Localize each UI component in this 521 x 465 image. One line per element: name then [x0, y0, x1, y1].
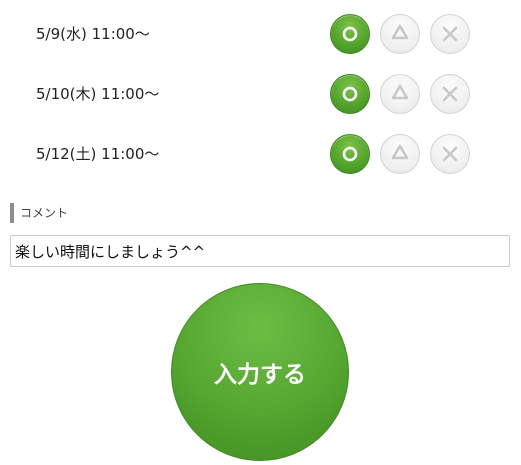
circle-icon: [342, 146, 358, 162]
circle-icon: [342, 26, 358, 42]
maybe-option-button[interactable]: [380, 74, 420, 114]
submit-button[interactable]: 入力する: [171, 283, 349, 461]
no-option-button[interactable]: [430, 134, 470, 174]
triangle-icon: [391, 24, 409, 40]
comment-label: コメント: [10, 203, 68, 223]
date-label: 5/12(土) 11:00〜: [36, 145, 160, 163]
schedule-row: 5/12(土) 11:00〜: [0, 134, 521, 174]
attendance-form: 5/9(水) 11:00〜 5/10(木) 11:00〜 5/12(土) 11:…: [0, 0, 521, 465]
yes-option-button[interactable]: [330, 134, 370, 174]
cross-icon: [442, 26, 458, 42]
circle-icon: [342, 86, 358, 102]
triangle-icon: [391, 144, 409, 160]
date-label: 5/10(木) 11:00〜: [36, 85, 160, 103]
yes-option-button[interactable]: [330, 14, 370, 54]
maybe-option-button[interactable]: [380, 134, 420, 174]
date-label: 5/9(水) 11:00〜: [36, 25, 150, 43]
yes-option-button[interactable]: [330, 74, 370, 114]
no-option-button[interactable]: [430, 14, 470, 54]
schedule-row: 5/10(木) 11:00〜: [0, 74, 521, 114]
triangle-icon: [391, 84, 409, 100]
cross-icon: [442, 86, 458, 102]
comment-input[interactable]: [10, 235, 510, 267]
cross-icon: [442, 146, 458, 162]
schedule-row: 5/9(水) 11:00〜: [0, 14, 521, 54]
maybe-option-button[interactable]: [380, 14, 420, 54]
no-option-button[interactable]: [430, 74, 470, 114]
